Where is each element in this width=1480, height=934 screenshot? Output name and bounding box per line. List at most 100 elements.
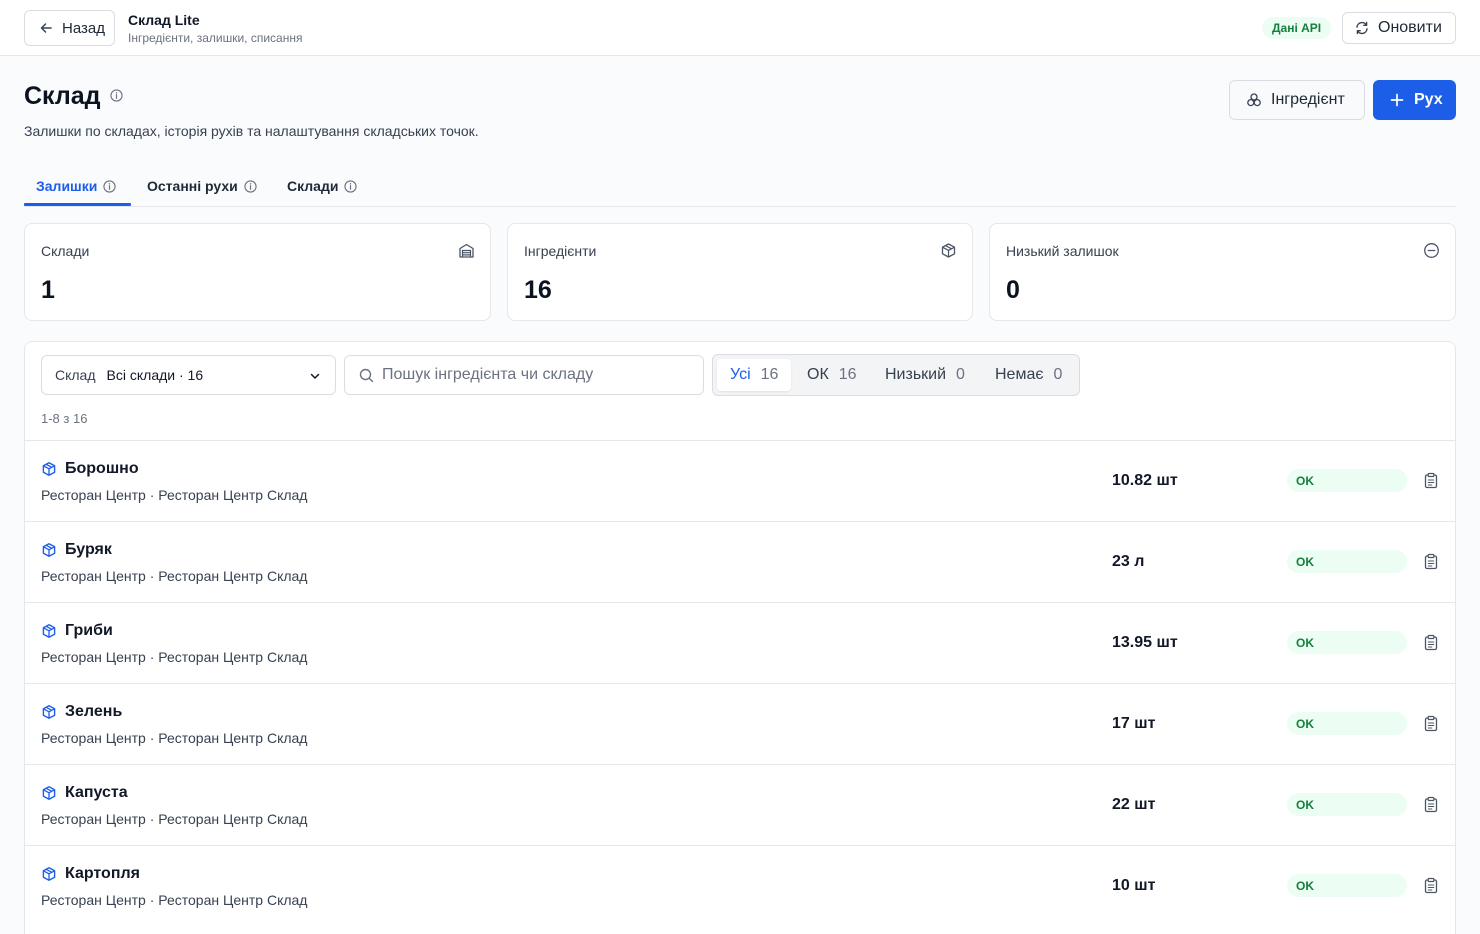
status-badge: OK: [1287, 874, 1407, 897]
stat-card-ingredients: Інгредієнти 16: [507, 223, 973, 321]
refresh-icon: [1356, 21, 1368, 35]
stat-label: Склади: [41, 243, 90, 259]
ingredient-name: Борошно: [65, 460, 139, 477]
filter-count: 0: [956, 366, 965, 383]
top-bar: Назад Склад Lite Інгредієнти, залишки, с…: [0, 0, 1480, 56]
tab-balances-label: Залишки: [36, 178, 98, 194]
package-icon: [42, 624, 56, 638]
ingredient-location: Ресторан Центр · Ресторан Центр Склад: [41, 487, 308, 503]
stat-card-low-stock: Низький залишок 0: [989, 223, 1456, 321]
pagination-range: 1-8 з 16: [41, 411, 88, 426]
filter-label: Немає: [995, 366, 1044, 383]
info-icon: [103, 179, 116, 193]
stock-row[interactable]: Борошно Ресторан Центр · Ресторан Центр …: [25, 440, 1455, 521]
back-button[interactable]: Назад: [24, 10, 115, 46]
ingredient-quantity: 10.82 шт: [1112, 472, 1178, 489]
ingredient-quantity: 13.95 шт: [1112, 634, 1178, 651]
stat-card-warehouses: Склади 1: [24, 223, 491, 321]
tab-warehouses-label: Склади: [287, 178, 339, 194]
tab-recent-movements[interactable]: Останні рухи: [147, 166, 257, 206]
add-movement-label: Рух: [1414, 91, 1443, 108]
ingredient-location: Ресторан Центр · Ресторан Центр Склад: [41, 892, 308, 908]
status-badge: OK: [1287, 469, 1407, 492]
filter-label: ОК: [807, 366, 829, 383]
ingredient-location: Ресторан Центр · Ресторан Центр Склад: [41, 811, 308, 827]
filter-none[interactable]: Немає 0: [982, 359, 1075, 391]
info-icon: [344, 179, 358, 193]
stat-label: Низький залишок: [1006, 243, 1119, 259]
stat-value: 16: [524, 276, 552, 304]
package-icon: [42, 462, 56, 476]
status-badge: OK: [1287, 631, 1407, 654]
ingredient-quantity: 10 шт: [1112, 877, 1156, 894]
stock-row[interactable]: Буряк Ресторан Центр · Ресторан Центр Ск…: [25, 521, 1455, 602]
clipboard-icon[interactable]: [1423, 634, 1439, 651]
clipboard-icon[interactable]: [1423, 796, 1439, 813]
filter-count: 16: [838, 366, 857, 383]
page-title: Склад: [24, 82, 101, 110]
api-status-badge: Дані API: [1262, 17, 1332, 39]
tab-recent-movements-label: Останні рухи: [147, 178, 238, 194]
search-input[interactable]: [382, 356, 697, 394]
status-badge: OK: [1287, 550, 1407, 573]
stock-row[interactable]: Картопля Ресторан Центр · Ресторан Центр…: [25, 845, 1455, 926]
plus-icon: [1390, 93, 1404, 107]
ingredient-name: Буряк: [65, 541, 112, 558]
filter-low[interactable]: Низький 0: [872, 359, 978, 391]
refresh-button[interactable]: Оновити: [1342, 12, 1456, 44]
ingredient-name: Гриби: [65, 622, 113, 639]
tab-warehouses[interactable]: Склади: [287, 166, 358, 206]
package-icon: [42, 786, 56, 800]
status-filter: Усі 16 ОК 16 Низький 0 Немає 0: [712, 354, 1080, 396]
ingredient-name: Зелень: [65, 703, 123, 720]
clipboard-icon[interactable]: [1423, 877, 1439, 894]
ingredient-name: Картопля: [65, 865, 140, 882]
package-icon: [941, 243, 956, 258]
page-description: Залишки по складах, історія рухів та нал…: [24, 123, 479, 139]
refresh-button-label: Оновити: [1378, 19, 1442, 36]
chevron-down-icon: [310, 373, 320, 379]
app-subtitle: Інгредієнти, залишки, списання: [128, 31, 303, 45]
search-box: [344, 355, 704, 395]
filter-ok[interactable]: ОК 16: [794, 359, 870, 391]
ingredient-location: Ресторан Центр · Ресторан Центр Склад: [41, 730, 308, 746]
stat-value: 1: [41, 276, 55, 304]
ingredient-quantity: 23 л: [1112, 553, 1145, 570]
stat-label: Інгредієнти: [524, 243, 597, 259]
search-icon: [359, 368, 374, 383]
ingredient-quantity: 22 шт: [1112, 796, 1156, 813]
minus-circle-icon: [1424, 243, 1439, 258]
add-movement-button[interactable]: Рух: [1373, 80, 1456, 120]
app-title: Склад Lite: [128, 12, 200, 28]
clipboard-icon[interactable]: [1423, 715, 1439, 732]
package-icon: [42, 867, 56, 881]
tab-bar: Залишки Останні рухи Склади: [24, 166, 1456, 207]
package-icon: [42, 705, 56, 719]
filter-all[interactable]: Усі 16: [717, 359, 792, 391]
stock-list-panel: Склад Всі склади · 16 Усі 16 ОК 16 Низьк…: [24, 341, 1456, 934]
warehouse-icon: [459, 243, 474, 258]
filter-count: 16: [760, 366, 779, 383]
stat-value: 0: [1006, 276, 1020, 304]
warehouse-select-value: Всі склади · 16: [106, 367, 204, 383]
status-badge: OK: [1287, 712, 1407, 735]
stock-row[interactable]: Зелень Ресторан Центр · Ресторан Центр С…: [25, 683, 1455, 764]
clipboard-icon[interactable]: [1423, 472, 1439, 489]
ingredient-name: Капуста: [65, 784, 128, 801]
info-icon: [244, 179, 257, 193]
ingredient-quantity: 17 шт: [1112, 715, 1156, 732]
add-ingredient-label: Інгредієнт: [1271, 91, 1345, 108]
clipboard-icon[interactable]: [1423, 553, 1439, 570]
info-icon[interactable]: [110, 89, 123, 102]
filter-label: Усі: [730, 366, 751, 383]
active-tab-indicator: [24, 203, 131, 206]
back-button-label: Назад: [62, 19, 105, 37]
stock-row[interactable]: Гриби Ресторан Центр · Ресторан Центр Ск…: [25, 602, 1455, 683]
stock-row[interactable]: Капуста Ресторан Центр · Ресторан Центр …: [25, 764, 1455, 845]
filter-count: 0: [1053, 366, 1063, 383]
status-badge: OK: [1287, 793, 1407, 816]
package-icon: [42, 543, 56, 557]
add-ingredient-button[interactable]: Інгредієнт: [1229, 80, 1365, 120]
tab-balances[interactable]: Залишки: [36, 166, 116, 206]
warehouse-select[interactable]: Склад Всі склади · 16: [41, 355, 336, 395]
